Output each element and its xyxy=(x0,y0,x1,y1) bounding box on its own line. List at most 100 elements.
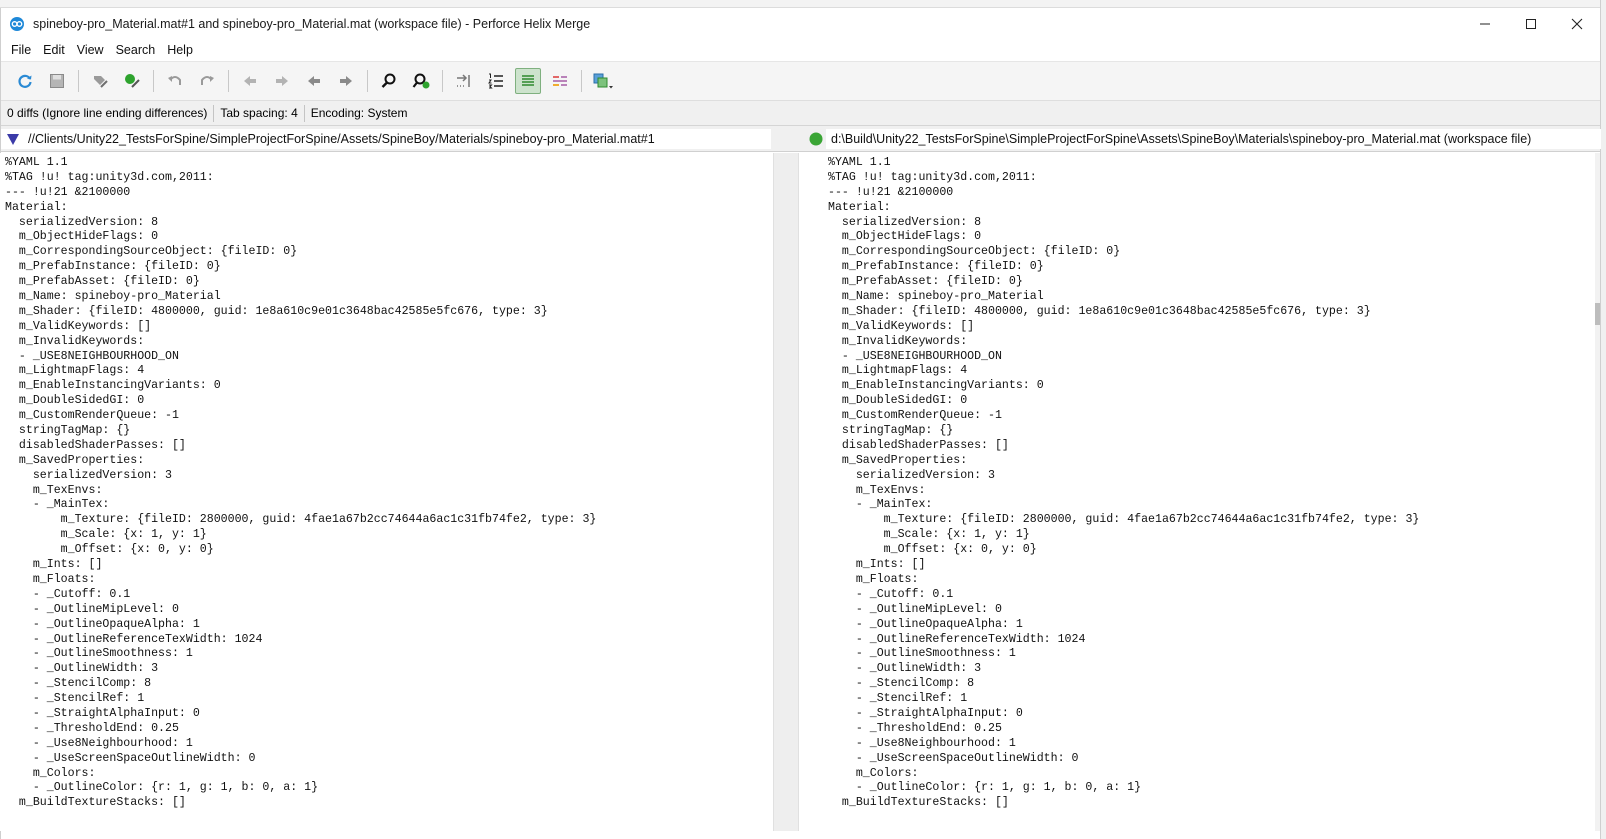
toolbar-separator xyxy=(228,70,229,92)
code-line: m_PrefabAsset: {fileID: 0} xyxy=(828,275,1023,289)
code-line: %YAML 1.1 xyxy=(5,156,68,169)
redo-icon[interactable] xyxy=(194,68,220,94)
code-line: m_EnableInstancingVariants: 0 xyxy=(5,379,221,393)
prev-change-icon[interactable] xyxy=(301,68,327,94)
menu-help[interactable]: Help xyxy=(161,41,199,59)
left-file-path: //Clients/Unity22_TestsForSpine/SimplePr… xyxy=(1,129,771,149)
scrollbar-thumb[interactable] xyxy=(1595,303,1600,325)
code-line: - _Cutoff: 0.1 xyxy=(5,587,131,601)
line-numbers-icon[interactable] xyxy=(483,68,509,94)
code-line: m_Ints: [] xyxy=(828,558,926,572)
code-line: - _OutlineReferenceTexWidth: 1024 xyxy=(828,632,1086,646)
next-change-icon[interactable] xyxy=(333,68,359,94)
maximize-button[interactable] xyxy=(1508,8,1554,39)
goto-icon[interactable] xyxy=(451,68,477,94)
code-line: m_ValidKeywords: [] xyxy=(828,319,975,333)
code-line: - _OutlineWidth: 3 xyxy=(828,662,982,676)
menu-file[interactable]: File xyxy=(5,41,37,59)
code-line: - _Cutoff: 0.1 xyxy=(828,587,954,601)
code-line: m_TexEnvs: xyxy=(5,483,103,497)
menu-search[interactable]: Search xyxy=(110,41,162,59)
code-line: m_Ints: [] xyxy=(5,558,103,572)
refresh-icon[interactable] xyxy=(12,68,38,94)
code-line: m_Offset: {x: 0, y: 0} xyxy=(828,543,1037,557)
code-line: - _StencilRef: 1 xyxy=(828,692,968,706)
code-line: serializedVersion: 3 xyxy=(5,468,172,482)
check-icon[interactable] xyxy=(119,68,145,94)
right-text-pane[interactable]: %YAML 1.1 %TAG !u! tag:unity3d.com,2011: -… xyxy=(823,153,1595,831)
diff-panes: %YAML 1.1 %TAG !u! tag:unity3d.com,2011: -… xyxy=(0,153,1600,831)
title-bar: spineboy-pro_Material.mat#1 and spineboy… xyxy=(1,8,1600,39)
code-line: - _Use8Neighbourhood: 1 xyxy=(828,736,1016,750)
left-file-path-text: //Clients/Unity22_TestsForSpine/SimplePr… xyxy=(28,132,655,146)
diff-view-icon[interactable] xyxy=(515,68,541,94)
edit-icon[interactable] xyxy=(87,68,113,94)
code-line: m_Colors: xyxy=(828,766,919,780)
next-diff-icon[interactable] xyxy=(269,68,295,94)
code-line: m_TexEnvs: xyxy=(828,483,926,497)
code-line: m_PrefabInstance: {fileID: 0} xyxy=(828,260,1044,274)
code-line: m_Colors: xyxy=(5,766,96,780)
code-line: Material: xyxy=(5,200,68,214)
minimize-button[interactable] xyxy=(1462,8,1508,39)
code-line: - _UseScreenSpaceOutlineWidth: 0 xyxy=(828,751,1079,765)
code-line: m_CustomRenderQueue: -1 xyxy=(5,409,179,423)
code-line: - _ThresholdEnd: 0.25 xyxy=(5,721,179,735)
layout-icon[interactable] xyxy=(590,68,616,94)
prev-diff-icon[interactable] xyxy=(237,68,263,94)
vertical-scrollbar[interactable] xyxy=(1595,153,1600,831)
code-line: - _OutlineSmoothness: 1 xyxy=(828,647,1016,661)
encoding-status[interactable]: Encoding: System xyxy=(305,105,414,122)
code-line: %TAG !u! tag:unity3d.com,2011: xyxy=(5,170,214,184)
code-line: %TAG !u! tag:unity3d.com,2011: xyxy=(828,170,1037,184)
code-line: disabledShaderPasses: [] xyxy=(828,438,1009,452)
toolbar xyxy=(1,61,1600,101)
code-line: m_Floats: xyxy=(828,572,919,586)
code-line: m_Floats: xyxy=(5,572,96,586)
code-line: m_PrefabAsset: {fileID: 0} xyxy=(5,275,200,289)
code-line: m_DoubleSidedGI: 0 xyxy=(5,394,145,408)
code-line: m_BuildTextureStacks: [] xyxy=(5,796,186,810)
code-line: m_LightmapFlags: 4 xyxy=(828,364,968,378)
tab-spacing-status[interactable]: Tab spacing: 4 xyxy=(214,104,305,122)
close-button[interactable] xyxy=(1554,8,1600,39)
toolbar-separator xyxy=(153,70,154,92)
toolbar-separator xyxy=(78,70,79,92)
find-next-icon[interactable] xyxy=(408,68,434,94)
code-line: serializedVersion: 3 xyxy=(828,468,995,482)
menu-edit[interactable]: Edit xyxy=(37,41,71,59)
code-line: m_EnableInstancingVariants: 0 xyxy=(828,379,1044,393)
pane-divider xyxy=(773,153,823,831)
code-line: --- !u!21 &2100000 xyxy=(5,185,131,199)
code-line: - _OutlineColor: {r: 1, g: 1, b: 0, a: 1… xyxy=(828,781,1142,795)
diff-count-status: 0 diffs (Ignore line ending differences) xyxy=(1,104,215,122)
workspace-file-marker-icon xyxy=(809,132,823,146)
code-line: m_Scale: {x: 1, y: 1} xyxy=(828,528,1030,542)
right-file-content: %YAML 1.1 %TAG !u! tag:unity3d.com,2011: -… xyxy=(823,153,1595,811)
code-line: m_ObjectHideFlags: 0 xyxy=(5,230,159,244)
code-line: - _StraightAlphaInput: 0 xyxy=(828,706,1023,720)
code-line: m_Shader: {fileID: 4800000, guid: 1e8a61… xyxy=(828,304,1371,318)
toolbar-separator xyxy=(581,70,582,92)
left-text-pane[interactable]: %YAML 1.1 %TAG !u! tag:unity3d.com,2011: -… xyxy=(0,153,773,831)
menu-view[interactable]: View xyxy=(71,41,110,59)
code-line: m_Texture: {fileID: 2800000, guid: 4fae1… xyxy=(5,513,597,527)
code-line: - _StencilComp: 8 xyxy=(5,677,152,691)
code-line: m_CorrespondingSourceObject: {fileID: 0} xyxy=(5,245,298,259)
code-line: serializedVersion: 8 xyxy=(5,215,159,229)
code-line: m_ObjectHideFlags: 0 xyxy=(828,230,982,244)
code-line: - _StencilComp: 8 xyxy=(828,677,975,691)
code-line: m_BuildTextureStacks: [] xyxy=(828,796,1009,810)
find-icon[interactable] xyxy=(376,68,402,94)
code-line: - _UseScreenSpaceOutlineWidth: 0 xyxy=(5,751,256,765)
code-line: %YAML 1.1 xyxy=(828,156,891,169)
code-line: m_DoubleSidedGI: 0 xyxy=(828,394,968,408)
code-line: - _OutlineWidth: 3 xyxy=(5,662,159,676)
save-icon[interactable] xyxy=(44,68,70,94)
highlight-icon[interactable] xyxy=(547,68,573,94)
code-line: - _OutlineOpaqueAlpha: 1 xyxy=(5,617,200,631)
code-line: - _StraightAlphaInput: 0 xyxy=(5,706,200,720)
undo-icon[interactable] xyxy=(162,68,188,94)
right-file-path: d:\Build\Unity22_TestsForSpine\SimplePro… xyxy=(809,129,1601,149)
code-line: - _MainTex: xyxy=(828,498,933,512)
